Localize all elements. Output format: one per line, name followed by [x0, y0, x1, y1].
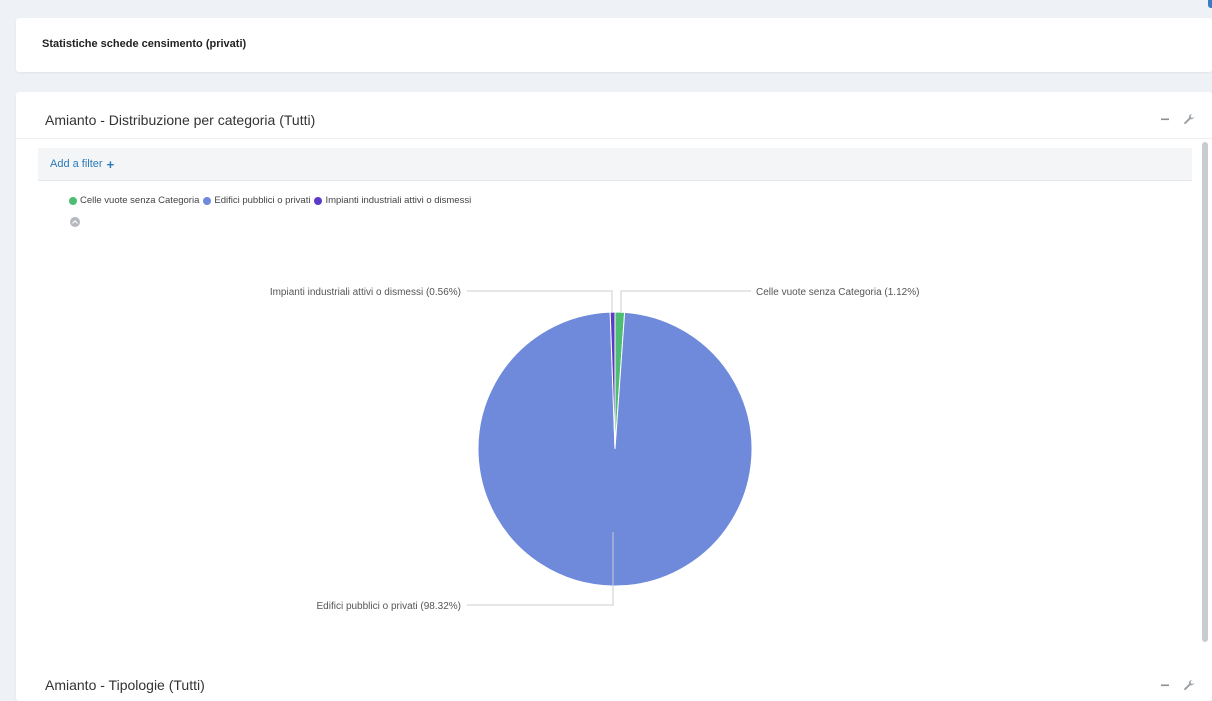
label-leader-line — [467, 290, 613, 312]
corner-indicator — [1208, 0, 1212, 8]
widget2-tools — [1158, 678, 1196, 692]
slice-label-edifici: Edifici pubblici o privati (98.32%) — [316, 601, 461, 612]
widget-scrollbar[interactable] — [1202, 142, 1208, 642]
widget2-title: Amianto - Tipologie (Tutti) — [45, 677, 205, 693]
wrench-icon[interactable] — [1182, 678, 1196, 692]
label-leader-line — [620, 290, 751, 312]
collapse-icon[interactable] — [1158, 678, 1172, 692]
page-title: Statistiche schede censimento (privati) — [42, 38, 247, 50]
pie-chart: Celle vuote senza Categoria (1.12%) Impia… — [270, 287, 920, 612]
slice-label-celle-vuote: Celle vuote senza Categoria (1.12%) — [756, 287, 919, 298]
stats-header-card: Statistiche schede censimento (privati) — [16, 18, 1212, 72]
chart-widget: Amianto - Distribuzione per categoria (T… — [16, 92, 1212, 701]
slice-label-impianti: Impianti industriali attivi o dismessi (… — [270, 287, 461, 298]
dashboard-page: Statistiche schede censimento (privati) … — [0, 0, 1212, 701]
